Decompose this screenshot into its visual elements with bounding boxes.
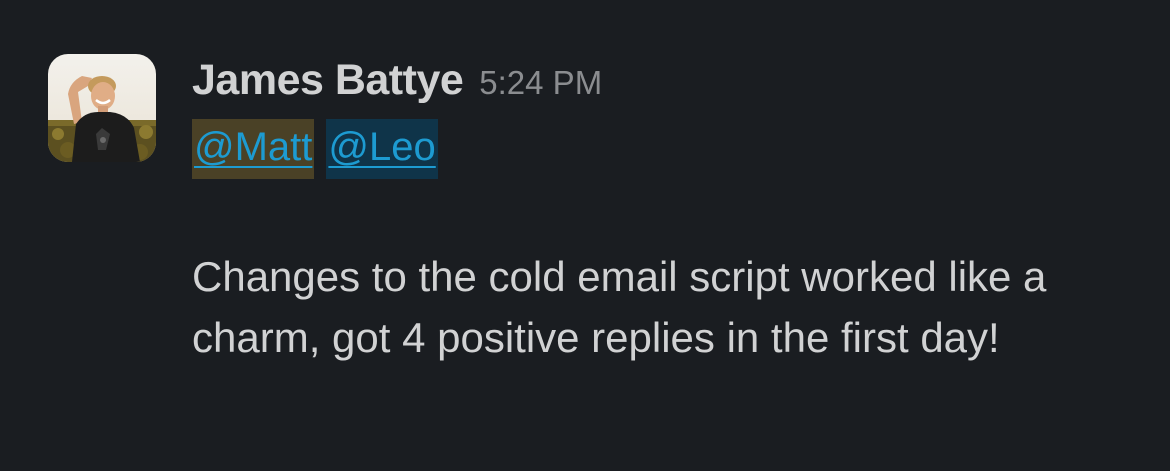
mentions-line: @Matt @Leo [192,119,438,179]
message-body: Changes to the cold email script worked … [192,253,1047,361]
chat-message: James Battye 5:24 PM @Matt @Leo Changes … [0,0,1170,471]
mention-matt[interactable]: @Matt [192,119,315,179]
avatar-photo-icon [48,54,156,162]
mention-leo[interactable]: @Leo [326,119,438,179]
author-name[interactable]: James Battye [192,56,464,105]
message-timestamp[interactable]: 5:24 PM [479,64,602,102]
message-header: James Battye 5:24 PM [192,56,602,114]
user-avatar[interactable] [48,54,156,162]
